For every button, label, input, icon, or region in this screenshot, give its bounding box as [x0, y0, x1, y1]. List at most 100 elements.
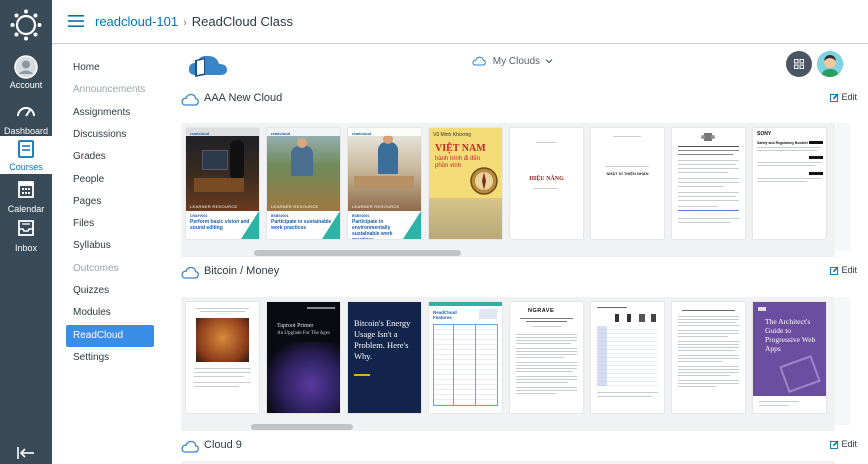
book-cover-image — [348, 128, 421, 211]
breadcrumb-course-link[interactable]: readcloud-101 — [95, 14, 178, 29]
user-avatar[interactable] — [817, 51, 843, 77]
book-cover[interactable] — [672, 302, 745, 413]
compass-icon — [470, 167, 498, 195]
publisher-brand: readcloud — [352, 131, 372, 136]
global-nav-calendar[interactable]: Calendar — [0, 176, 52, 216]
account-label: Account — [9, 80, 43, 90]
book-heading: Safety and Regulatory Booklet — [757, 141, 808, 145]
edit-label: Edit — [841, 439, 857, 449]
cloud-title[interactable]: Cloud 9 — [204, 439, 242, 451]
course-nav-assignments[interactable]: Assignments — [66, 102, 154, 124]
book-title: NHẬT KÍ THIỆN NHÂN — [606, 171, 649, 176]
course-nav-settings[interactable]: Settings — [66, 347, 154, 369]
course-nav-grades[interactable]: Grades — [66, 146, 154, 168]
book-cover[interactable] — [186, 302, 259, 413]
scrollbar-thumb[interactable] — [254, 250, 461, 256]
global-nav-inbox[interactable]: Inbox — [0, 215, 52, 255]
unit-code: BSBS0001 — [352, 214, 370, 218]
breadcrumb-separator: › — [183, 17, 187, 29]
breadcrumb-current-page: ReadCloud Class — [191, 14, 293, 29]
global-nav-courses[interactable]: Courses — [0, 136, 52, 174]
course-nav-syllabus[interactable]: Syllabus — [66, 235, 154, 257]
edit-cloud-button[interactable]: Edit — [830, 439, 857, 449]
book-cover[interactable]: Vũ Minh Khương VIỆT NAM hành trình đi đế… — [429, 128, 502, 239]
learner-resource-tag: LEARNER RESOURCE — [190, 204, 238, 209]
book-cover-image — [267, 128, 340, 211]
shelf-scrollbar[interactable] — [181, 249, 835, 257]
coat-of-arms-icon — [701, 133, 715, 141]
book-title: ReadCloud Features — [433, 310, 457, 320]
course-nav-people[interactable]: People — [66, 169, 154, 191]
cloud-icon — [181, 93, 199, 106]
book-cover[interactable]: readcloud LEARNER RESOURCE CHAF0001 Perfo… — [186, 128, 259, 239]
edit-label: Edit — [841, 265, 857, 275]
my-clouds-dropdown[interactable]: My Clouds — [472, 56, 553, 67]
publisher-brand: readcloud — [271, 131, 291, 136]
unit-code: CHAF0001 — [190, 214, 208, 218]
book-shelf: Taproot Primer An Upgrade For The Ages B… — [181, 297, 835, 425]
book-cover[interactable]: SONY Safety and Regulatory Booklet — [753, 128, 826, 239]
dashboard-icon — [17, 107, 35, 117]
book-cover[interactable]: The Architect's Guide to Progressive Web… — [753, 302, 826, 413]
global-nav-account[interactable]: Account — [0, 54, 52, 92]
course-nav-outcomes: Outcomes — [73, 262, 119, 274]
edit-label: Edit — [841, 92, 857, 102]
hamburger-menu-icon[interactable] — [68, 15, 84, 27]
learner-resource-tag: LEARNER RESOURCE — [271, 204, 319, 209]
inbox-icon — [18, 220, 34, 236]
book-title: The Architect's Guide to Progressive Web… — [765, 317, 816, 353]
book-title: Taproot Primer — [277, 323, 314, 329]
book-cover[interactable]: Taproot Primer An Upgrade For The Ages — [267, 302, 340, 413]
cloud-section-header: AAA New Cloud Edit — [181, 90, 861, 110]
chevron-down-icon — [545, 59, 553, 64]
book-cover[interactable] — [591, 302, 664, 413]
book-cover[interactable]: readcloud LEARNER RESOURCE BSBS0001 Parti… — [267, 128, 340, 239]
inbox-label: Inbox — [14, 243, 38, 253]
book-cover[interactable]: Bitcoin's Energy Usage Isn't a Problem. … — [348, 302, 421, 413]
edit-cloud-button[interactable]: Edit — [830, 92, 857, 102]
cloud-title[interactable]: Bitcoin / Money — [204, 265, 279, 277]
shelf-overflow-preview — [836, 297, 850, 425]
calendar-icon — [18, 181, 34, 198]
book-cover[interactable]: ReadCloud Features — [429, 302, 502, 413]
my-clouds-label: My Clouds — [492, 56, 541, 67]
book-title: HIỆU NĂNG — [529, 176, 564, 182]
edit-pencil-icon — [830, 440, 839, 449]
book-cover-image — [186, 128, 259, 211]
book-title: VIỆT NAM — [435, 143, 486, 154]
shelf-scrollbar[interactable] — [181, 423, 835, 431]
readcloud-logo-icon[interactable] — [186, 51, 230, 79]
global-nav-dashboard[interactable]: Dashboard — [0, 98, 52, 138]
account-avatar-icon — [14, 55, 38, 79]
publisher-brand: SONY — [757, 131, 772, 137]
book-cover[interactable]: NHẬT KÍ THIỆN NHÂN — [591, 128, 664, 239]
book-cover[interactable]: HIỆU NĂNG — [510, 128, 583, 239]
book-cover[interactable]: NGRAVE — [510, 302, 583, 413]
course-header: readcloud-101 › ReadCloud Class — [52, 0, 868, 44]
apps-grid-button[interactable] — [786, 51, 812, 77]
book-title: Bitcoin's Energy Usage Isn't a Problem. … — [354, 318, 411, 361]
edit-pencil-icon — [830, 266, 839, 275]
course-nav-quizzes[interactable]: Quizzes — [66, 280, 154, 302]
book-author: Vũ Minh Khương — [433, 132, 472, 138]
global-navigation: Account Dashboard Courses Calendar Inbox — [0, 0, 52, 464]
course-nav-discussions[interactable]: Discussions — [66, 124, 154, 146]
publisher-brand: readcloud — [190, 131, 210, 136]
course-nav-files[interactable]: Files — [66, 213, 154, 235]
course-nav-home[interactable]: Home — [66, 57, 154, 79]
edit-cloud-button[interactable]: Edit — [830, 265, 857, 275]
course-nav-pages[interactable]: Pages — [66, 191, 154, 213]
collapse-nav-icon[interactable] — [16, 446, 36, 460]
course-nav-announcements: Announcements — [73, 84, 146, 96]
feature-table — [433, 324, 498, 406]
book-cover-image — [196, 318, 249, 362]
course-nav-modules[interactable]: Modules — [66, 302, 154, 324]
cloud-icon — [181, 266, 199, 279]
book-cover-image — [267, 342, 340, 413]
book-cover[interactable]: readcloud LEARNER RESOURCE BSBS0001 Parti… — [348, 128, 421, 239]
scrollbar-thumb[interactable] — [251, 424, 353, 430]
book-cover[interactable] — [672, 128, 745, 239]
course-nav-readcloud[interactable]: ReadCloud — [66, 324, 154, 347]
canvas-logo-icon[interactable] — [10, 9, 42, 41]
cloud-title[interactable]: AAA New Cloud — [204, 92, 282, 104]
